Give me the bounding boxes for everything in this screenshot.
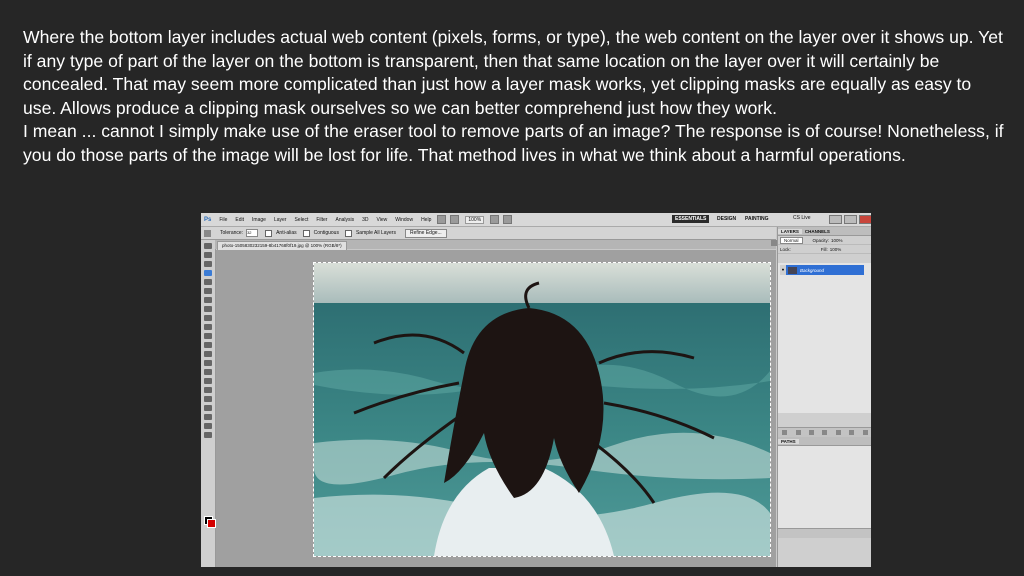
- adjustment-layer-icon[interactable]: [822, 430, 828, 435]
- layers-list: ● Background: [778, 263, 871, 413]
- minimize-icon[interactable]: [829, 215, 842, 224]
- type-tool-icon[interactable]: [204, 378, 212, 384]
- tab-channels[interactable]: CHANNELS: [802, 229, 833, 234]
- lock-label: Lock:: [780, 246, 791, 252]
- history-brush-icon[interactable]: [204, 324, 212, 330]
- menu-select[interactable]: Select: [294, 217, 308, 223]
- workspace-painting[interactable]: PAINTING: [742, 215, 772, 223]
- contiguous-label: Contiguous: [313, 230, 339, 236]
- workspace-design[interactable]: DESIGN: [714, 215, 739, 223]
- contiguous-checkbox[interactable]: [302, 229, 310, 237]
- maximize-icon[interactable]: [844, 215, 857, 224]
- blur-tool-icon[interactable]: [204, 351, 212, 357]
- tolerance-input[interactable]: 32: [246, 229, 259, 237]
- workspace-essentials[interactable]: ESSENTIALS: [672, 215, 710, 223]
- antialias-checkbox[interactable]: [265, 229, 273, 237]
- healing-tool-icon[interactable]: [204, 297, 212, 303]
- paths-panel-header: PATHS: [778, 437, 871, 446]
- opacity-value[interactable]: 100%: [831, 238, 843, 243]
- menu-help[interactable]: Help: [421, 217, 431, 223]
- blend-opacity-row: Normal Opacity: 100%: [778, 236, 871, 245]
- menu-file[interactable]: File: [219, 217, 227, 223]
- sample-all-checkbox[interactable]: [344, 229, 352, 237]
- lock-fill-row: Lock: Fill: 100%: [778, 245, 871, 254]
- hand-tool-icon[interactable]: [204, 423, 212, 429]
- paragraph-1: Where the bottom layer includes actual w…: [23, 27, 1003, 118]
- menu-filter[interactable]: Filter: [316, 217, 327, 223]
- mini-bridge-icon[interactable]: [450, 215, 460, 224]
- pen-tool-icon[interactable]: [204, 369, 212, 375]
- path-select-icon[interactable]: [204, 387, 212, 393]
- article-text: Where the bottom layer includes actual w…: [23, 26, 1008, 167]
- shape-tool-icon[interactable]: [204, 396, 212, 402]
- blend-mode-select[interactable]: Normal: [780, 236, 803, 244]
- layer-style-icon[interactable]: [795, 430, 801, 435]
- menu-analysis[interactable]: Analysis: [335, 217, 354, 223]
- gradient-tool-icon[interactable]: [204, 342, 212, 348]
- layers-footer: [778, 427, 871, 437]
- bridge-icon[interactable]: [437, 215, 447, 224]
- menu-edit[interactable]: Edit: [235, 217, 244, 223]
- add-mask-icon[interactable]: [809, 430, 815, 435]
- tolerance-label: Tolerance:: [220, 230, 244, 236]
- menu-layer[interactable]: Layer: [274, 217, 287, 223]
- paths-list: [778, 446, 871, 528]
- eraser-tool-icon[interactable]: [204, 333, 212, 339]
- refine-edge-button[interactable]: Refine Edge...: [404, 228, 447, 238]
- cs-live-button[interactable]: CS Live: [793, 215, 811, 221]
- zoom-tool-icon[interactable]: [204, 432, 212, 438]
- new-group-icon[interactable]: [835, 430, 841, 435]
- background-color-swatch[interactable]: [207, 519, 216, 528]
- paths-footer: [778, 528, 871, 538]
- tab-paths[interactable]: PATHS: [778, 438, 799, 444]
- paragraph-2: I mean ... cannot I simply make use of t…: [23, 121, 1004, 165]
- sample-all-label: Sample All Layers: [355, 230, 396, 236]
- menu-view[interactable]: View: [377, 217, 388, 223]
- menu-3d[interactable]: 3D: [362, 217, 368, 223]
- 3d-rotate-icon[interactable]: [204, 405, 212, 411]
- layer-thumbnail: [788, 266, 797, 274]
- layers-panel: LAYERS CHANNELS Normal Opacity: 100% Loc…: [778, 227, 871, 437]
- magic-wand-tool-icon[interactable]: [204, 270, 212, 276]
- layer-background[interactable]: ● Background: [780, 265, 864, 275]
- zoom-level[interactable]: 100%: [465, 215, 485, 224]
- eyedropper-tool-icon[interactable]: [204, 288, 212, 294]
- right-panels: LAYERS CHANNELS Normal Opacity: 100% Loc…: [777, 227, 871, 567]
- tab-layers[interactable]: LAYERS: [778, 228, 802, 234]
- stamp-tool-icon[interactable]: [204, 315, 212, 321]
- canvas-area[interactable]: [216, 250, 776, 567]
- paths-panel: PATHS: [778, 437, 871, 567]
- tools-panel: [201, 240, 216, 567]
- brush-tool-icon[interactable]: [204, 306, 212, 312]
- photo-woman-sea[interactable]: [313, 262, 771, 557]
- layer-name: Background: [800, 267, 825, 273]
- close-icon[interactable]: [859, 215, 871, 224]
- photoshop-screenshot: Ps File Edit Image Layer Select Filter A…: [201, 213, 871, 567]
- menu-window[interactable]: Window: [395, 217, 413, 223]
- lasso-tool-icon[interactable]: [204, 261, 212, 267]
- options-bar: Tolerance: 32 Anti-alias Contiguous Samp…: [201, 227, 776, 240]
- photoshop-logo: Ps: [204, 216, 212, 223]
- arrange-icon[interactable]: [503, 215, 513, 224]
- magic-wand-icon[interactable]: [204, 229, 211, 237]
- dodge-tool-icon[interactable]: [204, 360, 212, 366]
- window-controls: [827, 215, 871, 224]
- move-tool-icon[interactable]: [204, 243, 212, 249]
- fill-value[interactable]: 100%: [830, 247, 842, 252]
- fill-label: Fill:: [820, 246, 828, 252]
- antialias-label: Anti-alias: [276, 230, 297, 236]
- 3d-camera-icon[interactable]: [204, 414, 212, 420]
- new-layer-icon[interactable]: [849, 430, 855, 435]
- link-layers-icon[interactable]: [782, 430, 788, 435]
- visibility-eye-icon[interactable]: ●: [780, 265, 786, 275]
- layers-panel-header: LAYERS CHANNELS: [778, 227, 871, 236]
- delete-layer-icon[interactable]: [862, 430, 868, 435]
- document-tab-bar: photo-1505830232159-8b41768f0f19.jpg @ 1…: [215, 240, 776, 250]
- marquee-tool-icon[interactable]: [204, 252, 212, 258]
- opacity-label: Opacity:: [812, 237, 830, 243]
- crop-tool-icon[interactable]: [204, 279, 212, 285]
- hand-icon[interactable]: [490, 215, 500, 224]
- document-tab[interactable]: photo-1505830232159-8b41768f0f19.jpg @ 1…: [217, 241, 347, 250]
- menu-image[interactable]: Image: [252, 217, 266, 223]
